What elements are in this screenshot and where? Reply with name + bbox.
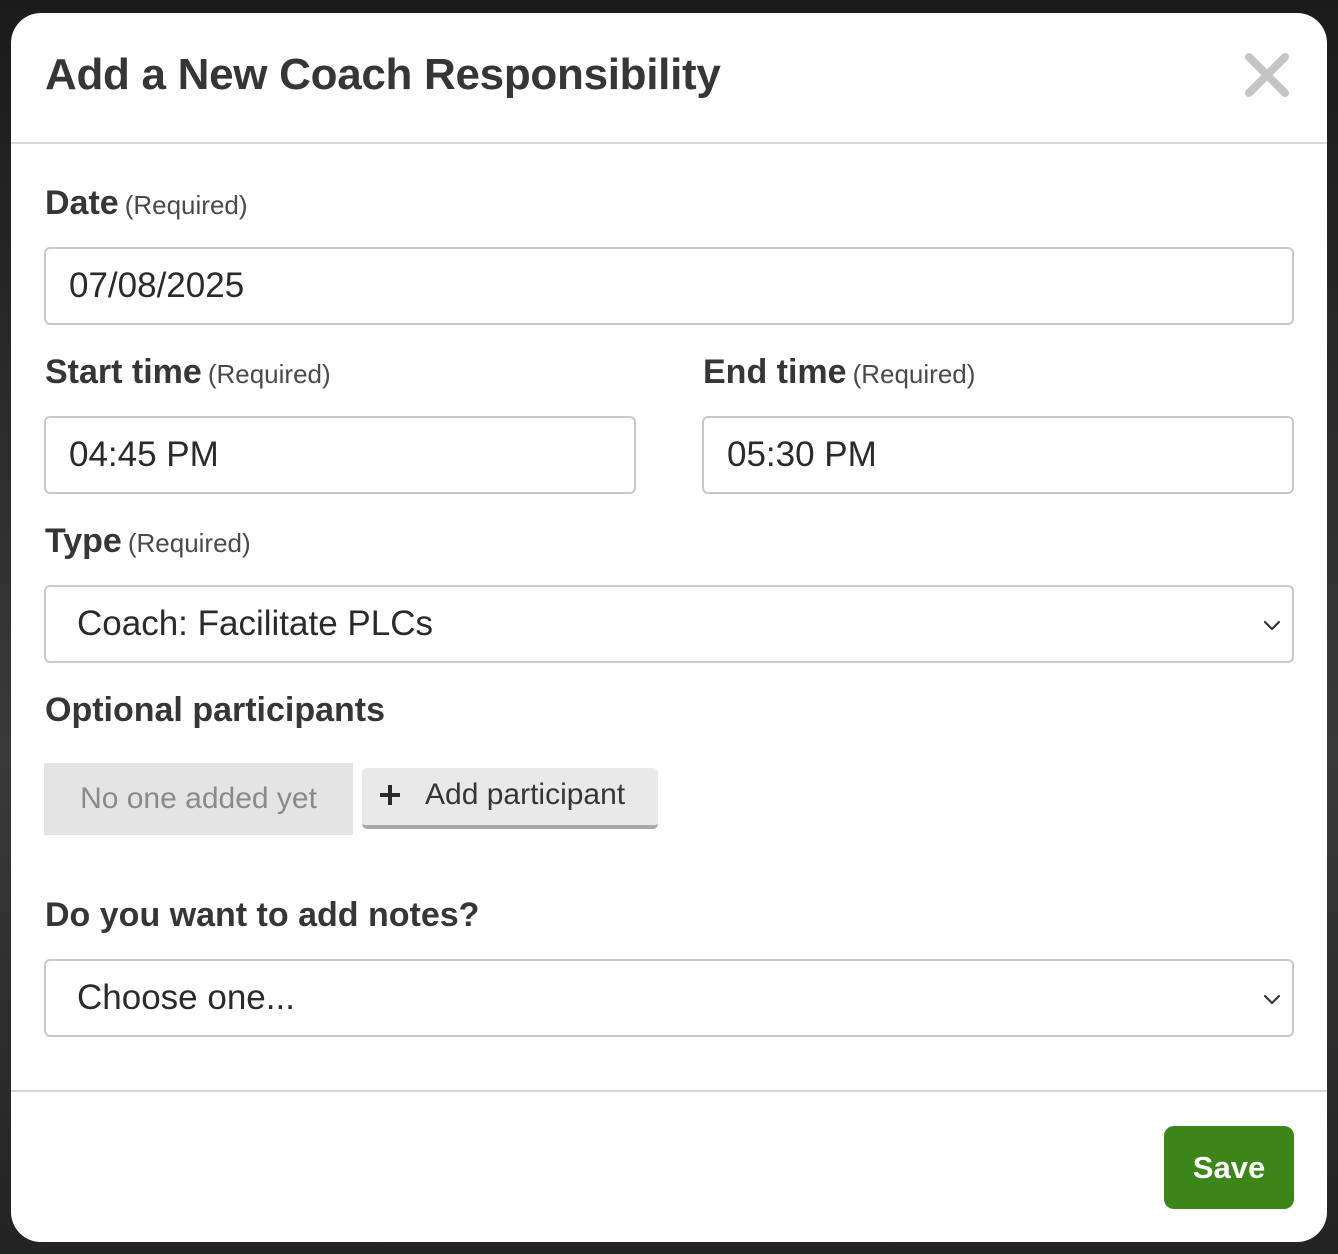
add-participant-label: Add participant <box>425 778 626 811</box>
end-time-label-text: End time <box>703 353 847 391</box>
plus-icon <box>380 785 400 805</box>
start-time-label: Start time (Required) <box>45 353 331 392</box>
notes-label: Do you want to add notes? <box>45 896 480 934</box>
modal-title: Add a New Coach Responsibility <box>45 50 721 99</box>
date-label-text: Date <box>45 184 119 222</box>
start-time-required-text: (Required) <box>207 359 331 389</box>
notes-select-value: Choose one... <box>77 978 295 1017</box>
date-input[interactable]: 07/08/2025 <box>44 247 1294 325</box>
chevron-down-icon <box>1263 994 1281 1005</box>
footer-divider <box>11 1090 1327 1092</box>
start-time-input[interactable]: 04:45 PM <box>44 416 636 494</box>
start-time-label-text: Start time <box>45 353 202 391</box>
date-required-text: (Required) <box>124 190 248 220</box>
type-label-text: Type <box>45 522 122 560</box>
end-time-label: End time (Required) <box>703 353 975 392</box>
type-select-value: Coach: Facilitate PLCs <box>77 604 433 643</box>
date-label: Date (Required) <box>45 184 248 223</box>
modal-header: Add a New Coach Responsibility <box>11 13 1327 144</box>
end-time-required-text: (Required) <box>852 359 976 389</box>
add-responsibility-modal: Add a New Coach Responsibility Date (Requ… <box>11 13 1327 1242</box>
chevron-down-icon <box>1263 620 1281 631</box>
end-time-input[interactable]: 05:30 PM <box>702 416 1294 494</box>
add-participant-button[interactable]: Add participant <box>362 768 658 829</box>
participants-empty-chip: No one added yet <box>44 763 353 835</box>
type-label: Type (Required) <box>45 522 251 561</box>
save-button[interactable]: Save <box>1164 1126 1294 1209</box>
notes-select[interactable]: Choose one... <box>44 959 1294 1037</box>
participants-label: Optional participants <box>45 691 386 729</box>
close-icon[interactable] <box>1243 51 1291 99</box>
type-required-text: (Required) <box>127 528 251 558</box>
type-select[interactable]: Coach: Facilitate PLCs <box>44 585 1294 663</box>
